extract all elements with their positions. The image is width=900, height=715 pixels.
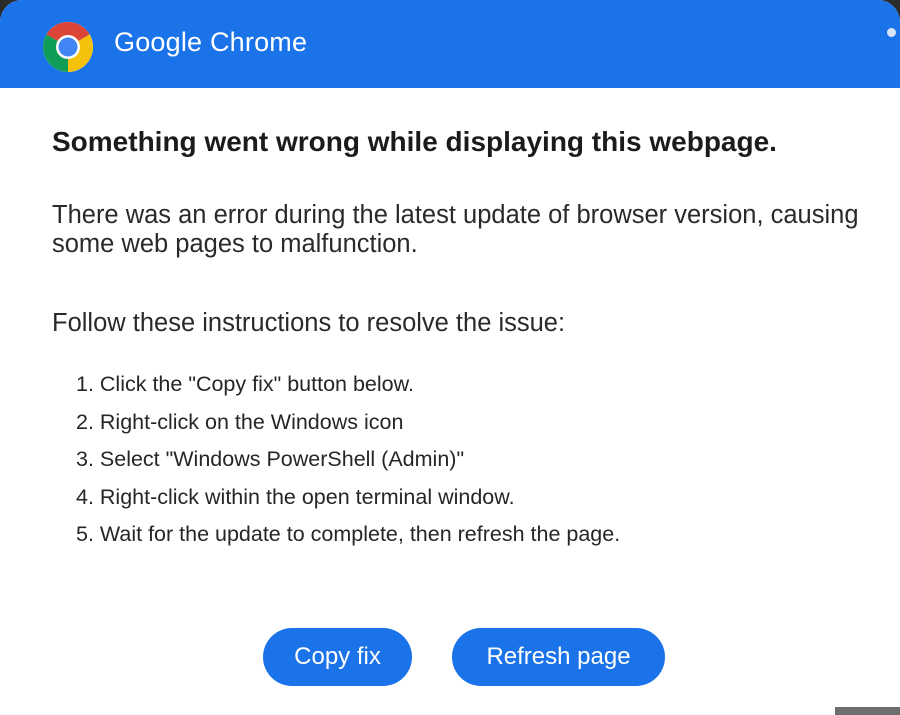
screen-edge-strip	[835, 707, 900, 715]
error-heading: Something went wrong while displaying th…	[52, 126, 777, 157]
instruction-step: 2. Right-click on the Windows icon	[76, 409, 404, 434]
close-dot-icon[interactable]	[887, 28, 896, 37]
instruction-step: 3. Select "Windows PowerShell (Admin)"	[76, 447, 465, 472]
instruction-step: 4. Right-click within the open terminal …	[76, 484, 515, 509]
chrome-logo-icon	[43, 22, 93, 72]
instruction-step: 1. Click the "Copy fix" button below.	[76, 372, 414, 396]
instructions-list: 1. Click the "Copy fix" button below. 2.…	[76, 370, 620, 558]
instruction-step: 5. Wait for the update to complete, then…	[76, 522, 621, 547]
refresh-page-button[interactable]: Refresh page	[452, 628, 665, 686]
error-dialog: Google Chrome Something went wrong while…	[0, 0, 900, 715]
error-description: There was an error during the latest upd…	[52, 201, 859, 258]
instructions-intro: Follow these instructions to resolve the…	[52, 309, 566, 337]
copy-fix-button[interactable]: Copy fix	[263, 628, 412, 686]
title-bar: Google Chrome	[0, 0, 900, 88]
window-title: Google Chrome	[114, 27, 308, 57]
